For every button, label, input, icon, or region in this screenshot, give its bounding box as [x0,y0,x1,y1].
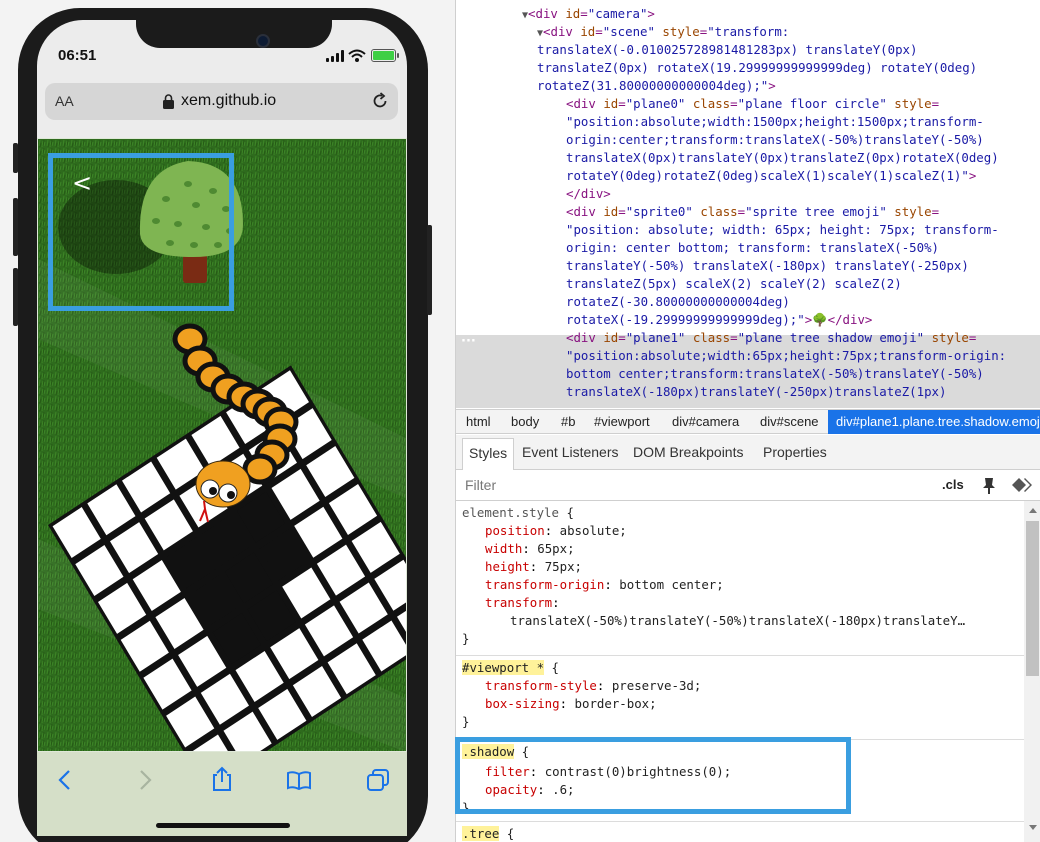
dom-node-line[interactable]: ▼<div id="camera"> [522,5,655,25]
crumb-b[interactable]: #b [561,414,575,429]
dom-node-line[interactable]: ▼<div id="scene" style="transform: [537,23,789,43]
dom-node-line[interactable]: translateX(-180px)translateY(-250px)tran… [566,383,946,401]
tab-event-listeners[interactable]: Event Listeners [522,444,619,460]
dom-node-line[interactable]: origin: center bottom; transform: transl… [566,239,939,257]
battery-icon [371,49,396,62]
devtools-panel: ··· ▼<div id="camera"> ▼<div id="scene" s… [455,0,1040,842]
dom-node-line[interactable]: <div id="sprite0" class="sprite tree emo… [566,203,939,221]
tab-styles[interactable]: Styles [462,438,515,470]
computed-toggle-icon[interactable] [1011,477,1033,493]
crumb-html[interactable]: html [466,414,491,429]
dom-node-line[interactable]: rotateY(0deg)rotateZ(0deg)scaleX(1)scale… [566,167,976,185]
dom-node-line[interactable]: "position:absolute;width:65px;height:75p… [566,347,1006,365]
lock-icon [163,94,174,109]
signal-icon [326,58,329,62]
breadcrumb: html body #b #viewport div#camera div#sc… [456,409,1040,434]
dom-node-line[interactable]: origin:center;transform:translateX(-50%)… [566,131,984,149]
volume-up-button [13,198,18,256]
elements-tree[interactable]: ··· ▼<div id="camera"> ▼<div id="scene" s… [456,0,1040,408]
dom-node-line[interactable]: "position:absolute;width:1500px;height:1… [566,113,984,131]
battery-cap [397,53,399,58]
scrollbar-thumb[interactable] [1026,521,1039,676]
crumb-scene[interactable]: div#scene [760,414,819,429]
status-time: 06:51 [58,47,97,64]
crumb-body[interactable]: body [511,414,539,429]
back-icon[interactable] [57,769,73,791]
dom-node-line[interactable]: rotateX(-19.29999999999999deg);">🌳</div> [566,311,872,329]
wifi-icon [348,49,366,62]
reader-aa-button[interactable]: AA [55,93,74,109]
rule-selector: .tree [462,826,500,841]
sidebar-tabs: Styles Event Listeners DOM Breakpoints P… [456,435,1040,470]
node-actions-dots[interactable]: ··· [461,334,476,349]
reload-icon[interactable] [371,92,389,110]
crumb-camera[interactable]: div#camera [672,414,739,429]
cls-button[interactable]: .cls [942,477,964,492]
crumb-viewport[interactable]: #viewport [594,414,650,429]
tabs-icon[interactable] [366,768,390,792]
styles-filter-bar: Filter .cls [456,470,1040,501]
dom-node-line[interactable]: rotateZ(-30.80000000000004deg) [566,293,790,311]
dom-node-line[interactable]: translateY(-50%) translateX(-180px) tran… [566,257,969,275]
share-icon[interactable] [211,766,233,792]
scroll-down-icon[interactable] [1028,824,1038,832]
css-transform-value[interactable]: translateX(-50%)translateY(-50%)translat… [510,612,1015,630]
tab-dom-breakpoints[interactable]: DOM Breakpoints [633,444,743,460]
annotation-box-shadow-rule [455,737,851,814]
dom-node-line[interactable]: <div id="plane0" class="plane floor circ… [566,95,939,113]
home-indicator [156,823,290,828]
css-declaration[interactable]: box-sizing: border-box; [485,695,657,713]
bookmarks-icon[interactable] [286,770,312,790]
dom-node-line[interactable]: bottom center;transform:translateX(-50%)… [566,365,984,383]
dom-node-line[interactable]: rotateZ(31.80000000000004deg);"> [537,77,776,95]
front-camera [256,34,270,48]
signal-bar [336,53,339,62]
phone-mockup-area: 06:51 AA xem.github.io < [0,0,455,842]
crumb-selected[interactable]: div#plane1.plane.tree.shadow.emoji [828,410,1040,434]
tab-properties[interactable]: Properties [763,444,827,460]
css-declaration[interactable]: width: 65px; [485,540,575,558]
power-button [427,225,432,315]
notch [136,8,332,48]
css-declaration[interactable]: position: absolute; [485,522,627,540]
dom-node-line[interactable]: translateZ(0px) rotateX(19.2999999999999… [537,59,977,77]
rule-selector: #viewport * [462,660,545,675]
filter-input[interactable]: Filter [465,477,496,493]
annotation-box-tree [48,153,234,311]
css-declaration[interactable]: height: 75px; [485,558,582,576]
pin-icon[interactable] [981,477,997,495]
signal-bar [331,56,334,62]
mute-switch [13,143,18,173]
dom-node-line[interactable]: </div> [566,185,611,203]
forward-icon[interactable] [137,769,153,791]
dom-node-line[interactable]: translateX(0px)translateY(0px)translateZ… [566,149,999,167]
css-declaration[interactable]: transform-origin: bottom center; [485,576,724,594]
css-declaration[interactable]: transform: [485,594,560,612]
volume-down-button [13,268,18,326]
signal-bar [341,50,344,62]
scroll-up-icon[interactable] [1028,506,1038,514]
dom-node-line[interactable]: "position: absolute; width: 65px; height… [566,221,999,239]
url-text[interactable]: xem.github.io [181,92,276,110]
dom-node-line[interactable]: translateZ(5px) scaleX(2) scaleY(2) scal… [566,275,902,293]
dom-node-line[interactable]: translateX(-0.010025728981481283px) tran… [537,41,917,59]
dom-node-line[interactable]: <div id="plane1" class="plane tree shado… [566,329,976,347]
css-declaration[interactable]: transform-style: preserve-3d; [485,677,701,695]
